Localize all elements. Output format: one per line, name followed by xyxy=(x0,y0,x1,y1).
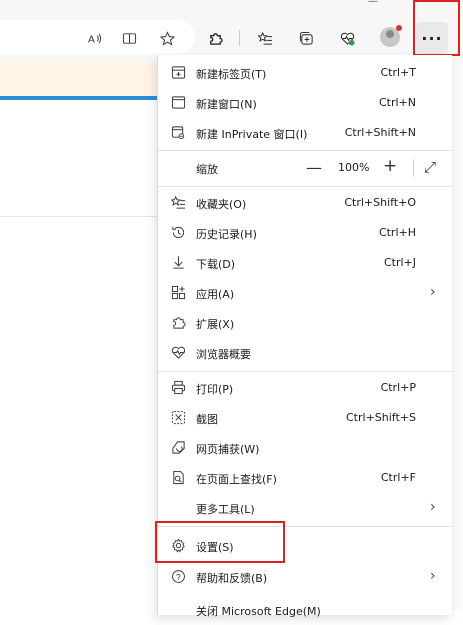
more-button-highlight xyxy=(413,0,460,56)
menu-item-web-capture[interactable]: 网页捕获(W) xyxy=(158,433,452,463)
favorites-icon xyxy=(170,194,186,210)
collections-icon[interactable] xyxy=(290,22,322,54)
favorites-list-icon[interactable] xyxy=(249,22,281,54)
minimize-icon[interactable]: — xyxy=(368,0,378,7)
menu-item-more-tools[interactable]: 更多工具(L) › xyxy=(158,493,452,523)
new-window-shortcut: Ctrl+N xyxy=(378,96,416,109)
zoom-label: 缩放 xyxy=(196,163,218,176)
print-shortcut: Ctrl+P xyxy=(380,381,416,394)
downloads-shortcut: Ctrl+J xyxy=(383,256,416,269)
print-label: 打印(P) xyxy=(196,383,234,396)
menu-item-help[interactable]: ? 帮助和反馈(B) › xyxy=(158,562,452,592)
downloads-label: 下载(D) xyxy=(196,258,236,271)
star-icon[interactable] xyxy=(151,22,183,54)
zoom-separator xyxy=(413,159,414,177)
zoom-level: 100% xyxy=(338,161,370,174)
settings-highlight xyxy=(155,521,285,563)
notification-dot xyxy=(396,25,402,31)
menu-item-new-window[interactable]: 新建窗口(N) Ctrl+N xyxy=(158,88,452,118)
history-label: 历史记录(H) xyxy=(196,228,257,241)
find-on-page-icon xyxy=(170,469,186,485)
page-banner xyxy=(0,62,160,96)
menu-divider xyxy=(158,371,452,372)
find-on-page-shortcut: Ctrl+F xyxy=(380,471,416,484)
menu-item-zoom: 缩放 — 100% + ⤢ xyxy=(158,151,452,185)
close-edge-label: 关闭 Microsoft Edge(M) xyxy=(196,605,321,618)
new-inprivate-shortcut: Ctrl+Shift+N xyxy=(344,126,416,139)
web-capture-icon xyxy=(170,439,186,455)
chevron-right-icon: › xyxy=(430,284,436,300)
download-icon xyxy=(170,254,186,270)
menu-item-print[interactable]: 打印(P) Ctrl+P xyxy=(158,373,452,403)
browser-essentials-label: 浏览器概要 xyxy=(196,348,251,361)
favorites-shortcut: Ctrl+Shift+O xyxy=(344,196,416,209)
history-icon xyxy=(170,224,186,240)
chevron-right-icon: › xyxy=(430,499,436,515)
new-inprivate-label: 新建 InPrivate 窗口(I) xyxy=(196,128,308,141)
menu-item-history[interactable]: 历史记录(H) Ctrl+H xyxy=(158,218,452,248)
split-screen-icon[interactable] xyxy=(113,22,145,54)
browser-toolbar: — A ··· xyxy=(0,0,463,63)
page-accent-bar xyxy=(0,96,160,100)
web-capture-label: 网页捕获(W) xyxy=(196,443,260,456)
toolbar-separator xyxy=(239,30,240,46)
puzzle-icon xyxy=(170,314,186,330)
menu-divider xyxy=(158,186,452,187)
new-tab-icon xyxy=(170,64,186,80)
new-window-icon xyxy=(170,94,186,110)
menu-item-find-on-page[interactable]: 在页面上查找(F) Ctrl+F xyxy=(158,463,452,493)
screenshot-label: 截图 xyxy=(196,413,218,426)
read-aloud-icon[interactable]: A xyxy=(78,22,110,54)
extensions-label: 扩展(X) xyxy=(196,318,235,331)
screenshot-icon xyxy=(170,409,186,425)
chevron-right-icon: › xyxy=(430,568,436,584)
screenshot-shortcut: Ctrl+Shift+S xyxy=(346,411,416,424)
puzzle-icon[interactable] xyxy=(199,22,231,54)
find-on-page-label: 在页面上查找(F) xyxy=(196,473,277,486)
menu-item-close-edge[interactable]: 关闭 Microsoft Edge(M) xyxy=(158,595,452,625)
new-tab-shortcut: Ctrl+T xyxy=(380,66,416,79)
inprivate-icon xyxy=(170,124,186,140)
zoom-in-button[interactable]: + xyxy=(383,156,397,176)
history-shortcut: Ctrl+H xyxy=(378,226,416,239)
page-divider xyxy=(0,216,160,217)
menu-item-downloads[interactable]: 下载(D) Ctrl+J xyxy=(158,248,452,278)
new-tab-label: 新建标签页(T) xyxy=(196,68,267,81)
help-icon: ? xyxy=(170,568,186,584)
favorites-label: 收藏夹(O) xyxy=(196,198,247,211)
heart-pulse-icon xyxy=(170,344,186,360)
menu-item-browser-essentials[interactable]: 浏览器概要 xyxy=(158,338,452,368)
svg-text:?: ? xyxy=(175,571,180,581)
new-window-label: 新建窗口(N) xyxy=(196,98,257,111)
printer-icon xyxy=(170,379,186,395)
menu-item-extensions[interactable]: 扩展(X) xyxy=(158,308,452,338)
menu-item-screenshot[interactable]: 截图 Ctrl+Shift+S xyxy=(158,403,452,433)
fullscreen-icon[interactable]: ⤢ xyxy=(424,158,436,176)
apps-label: 应用(A) xyxy=(196,288,235,301)
heart-pulse-icon[interactable] xyxy=(331,22,363,54)
apps-icon xyxy=(170,284,186,300)
menu-item-apps[interactable]: 应用(A) › xyxy=(158,278,452,308)
svg-text:A: A xyxy=(87,34,94,45)
zoom-out-button[interactable]: — xyxy=(306,158,322,177)
menu-item-favorites[interactable]: 收藏夹(O) Ctrl+Shift+O xyxy=(158,188,452,218)
menu-item-new-inprivate[interactable]: 新建 InPrivate 窗口(I) Ctrl+Shift+N xyxy=(158,118,452,148)
menu-item-new-tab[interactable]: 新建标签页(T) Ctrl+T xyxy=(158,58,452,88)
help-label: 帮助和反馈(B) xyxy=(196,572,268,585)
more-tools-label: 更多工具(L) xyxy=(196,503,255,516)
